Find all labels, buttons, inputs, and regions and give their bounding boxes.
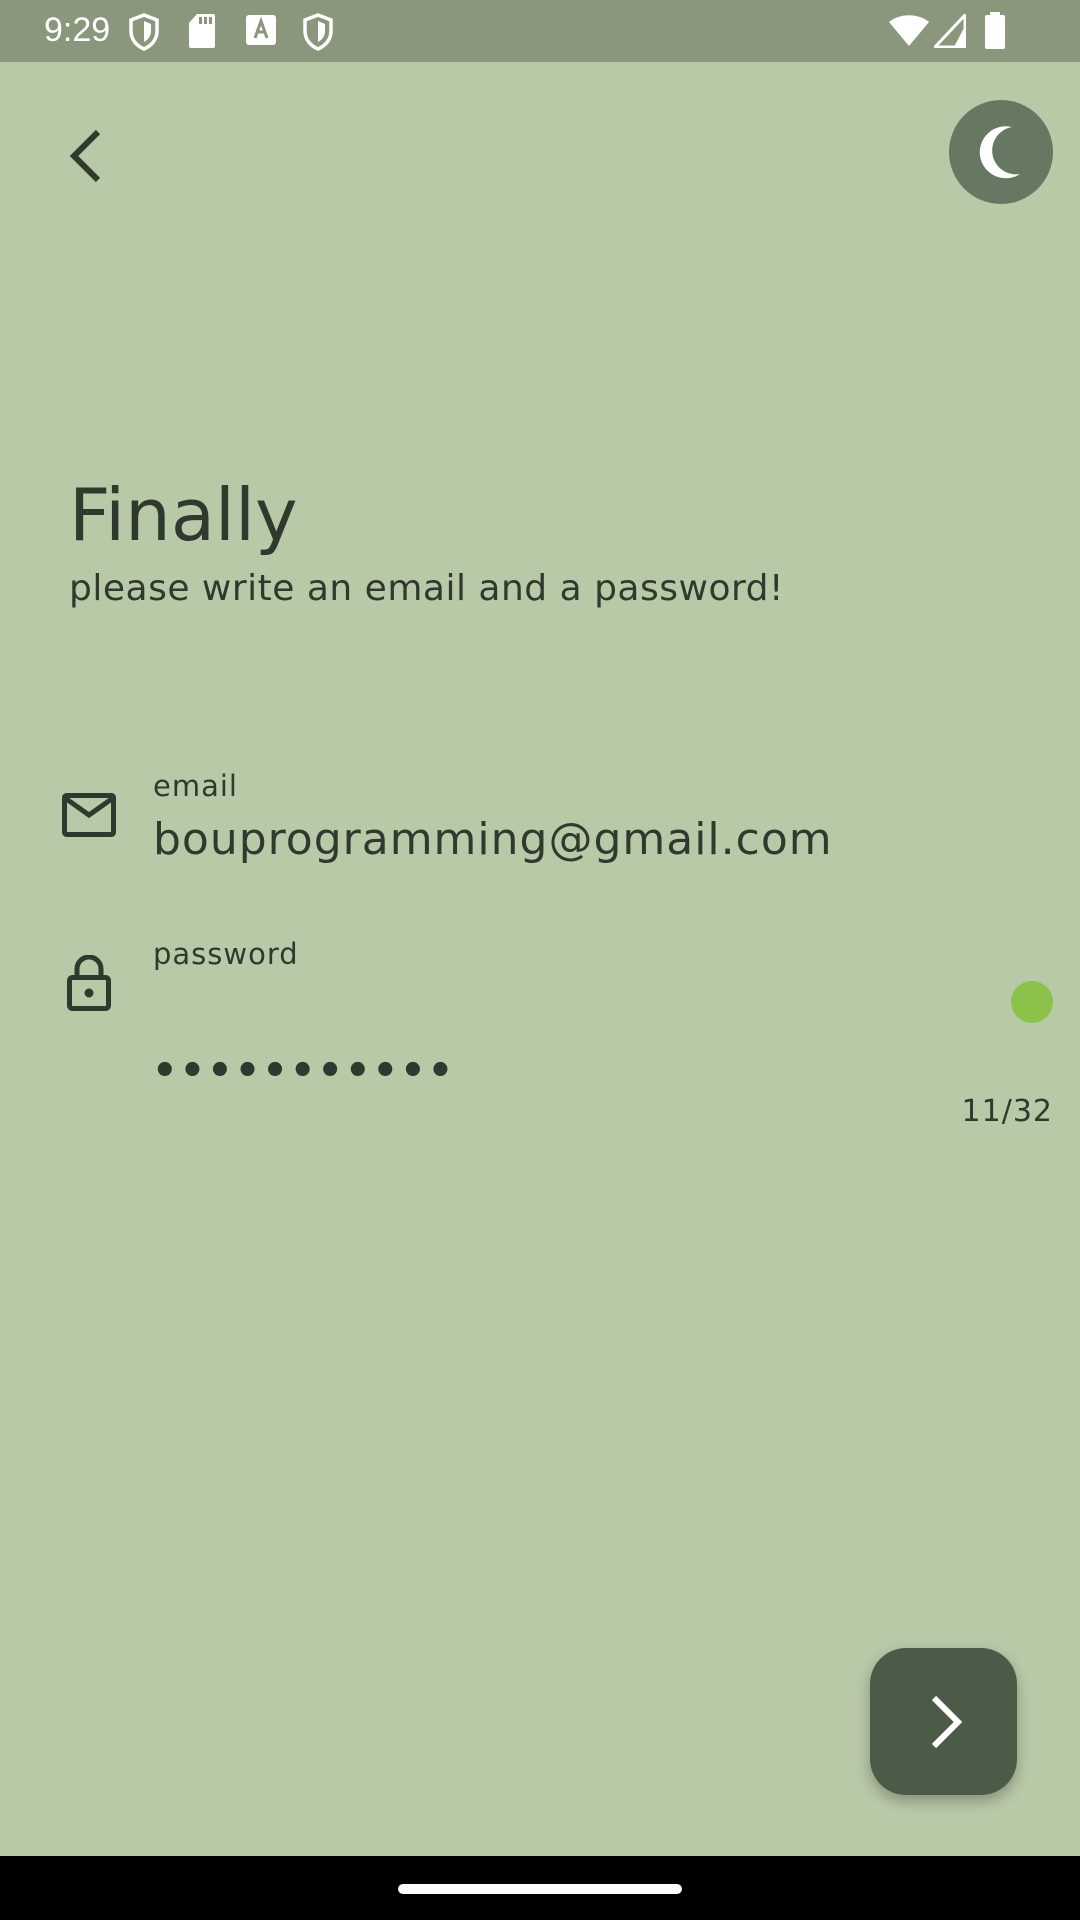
signal-icon (931, 11, 967, 52)
status-time: 9:29 (44, 11, 111, 49)
back-button[interactable] (52, 120, 124, 192)
password-char-counter: 11/32 (961, 1094, 1053, 1129)
password-strength-indicator (1011, 981, 1053, 1023)
password-field[interactable]: ••••••••••• (152, 1051, 455, 1091)
lock-icon (67, 954, 111, 1015)
chevron-right-icon (931, 1695, 962, 1748)
page-title: Finally (69, 473, 298, 557)
shield-icon (302, 13, 334, 55)
email-field[interactable]: bouprogramming@gmail.com (153, 812, 833, 868)
email-label: email (153, 769, 238, 803)
moon-icon (979, 126, 1020, 179)
theme-toggle-button[interactable] (949, 100, 1053, 204)
signup-screen: Finally please write an email and a pass… (0, 62, 1080, 1856)
page-subtitle: please write an email and a password! (69, 568, 784, 609)
font-download-icon (245, 13, 277, 51)
status-bar: 9:29 (0, 0, 1080, 62)
home-gesture-handle[interactable] (398, 1884, 682, 1894)
mail-icon (62, 793, 116, 841)
shield-icon (128, 13, 160, 55)
chevron-left-icon (69, 129, 101, 183)
sd-card-icon (188, 13, 216, 53)
next-button[interactable] (870, 1648, 1017, 1795)
wifi-icon (888, 14, 930, 52)
navigation-bar (0, 1856, 1080, 1920)
battery-icon (984, 12, 1006, 54)
password-label: password (153, 937, 299, 971)
